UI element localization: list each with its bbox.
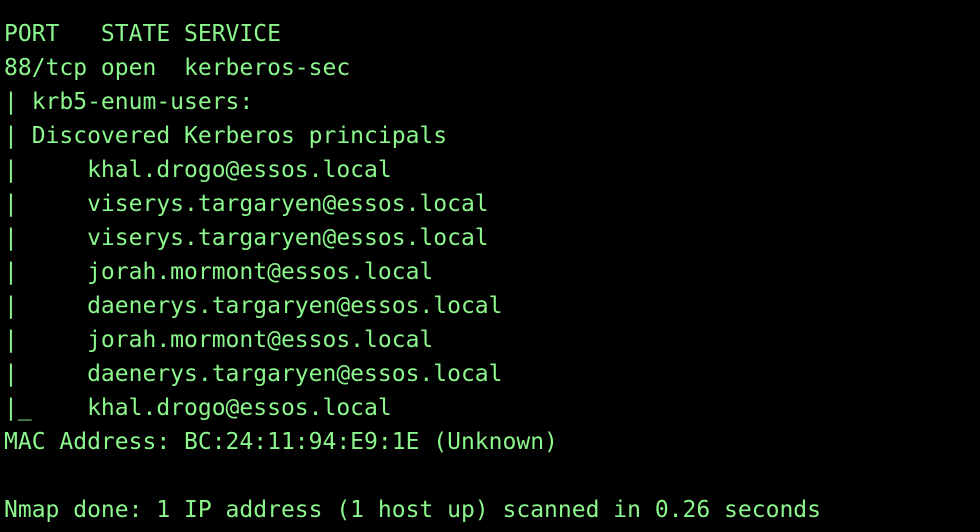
principal-line: | daenerys.targaryen@essos.local — [4, 293, 503, 319]
principal-line-last: |_ khal.drogo@essos.local — [4, 395, 392, 421]
principal-line: | daenerys.targaryen@essos.local — [4, 361, 503, 387]
terminal-output[interactable]: PORT STATE SERVICE 88/tcp open kerberos-… — [0, 0, 980, 532]
port-status-line: 88/tcp open kerberos-sec — [4, 55, 351, 81]
script-heading-line: | Discovered Kerberos principals — [4, 123, 448, 149]
nmap-summary-line: Nmap done: 1 IP address (1 host up) scan… — [4, 497, 821, 523]
principal-line: | viserys.targaryen@essos.local — [4, 225, 489, 251]
script-name-line: | krb5-enum-users: — [4, 89, 254, 115]
principal-line: | khal.drogo@essos.local — [4, 157, 392, 183]
principal-line: | jorah.mormont@essos.local — [4, 327, 434, 353]
port-header-line: PORT STATE SERVICE — [4, 21, 281, 47]
principal-line: | jorah.mormont@essos.local — [4, 259, 434, 285]
principal-line: | viserys.targaryen@essos.local — [4, 191, 489, 217]
mac-address-line: MAC Address: BC:24:11:94:E9:1E (Unknown) — [4, 429, 558, 455]
